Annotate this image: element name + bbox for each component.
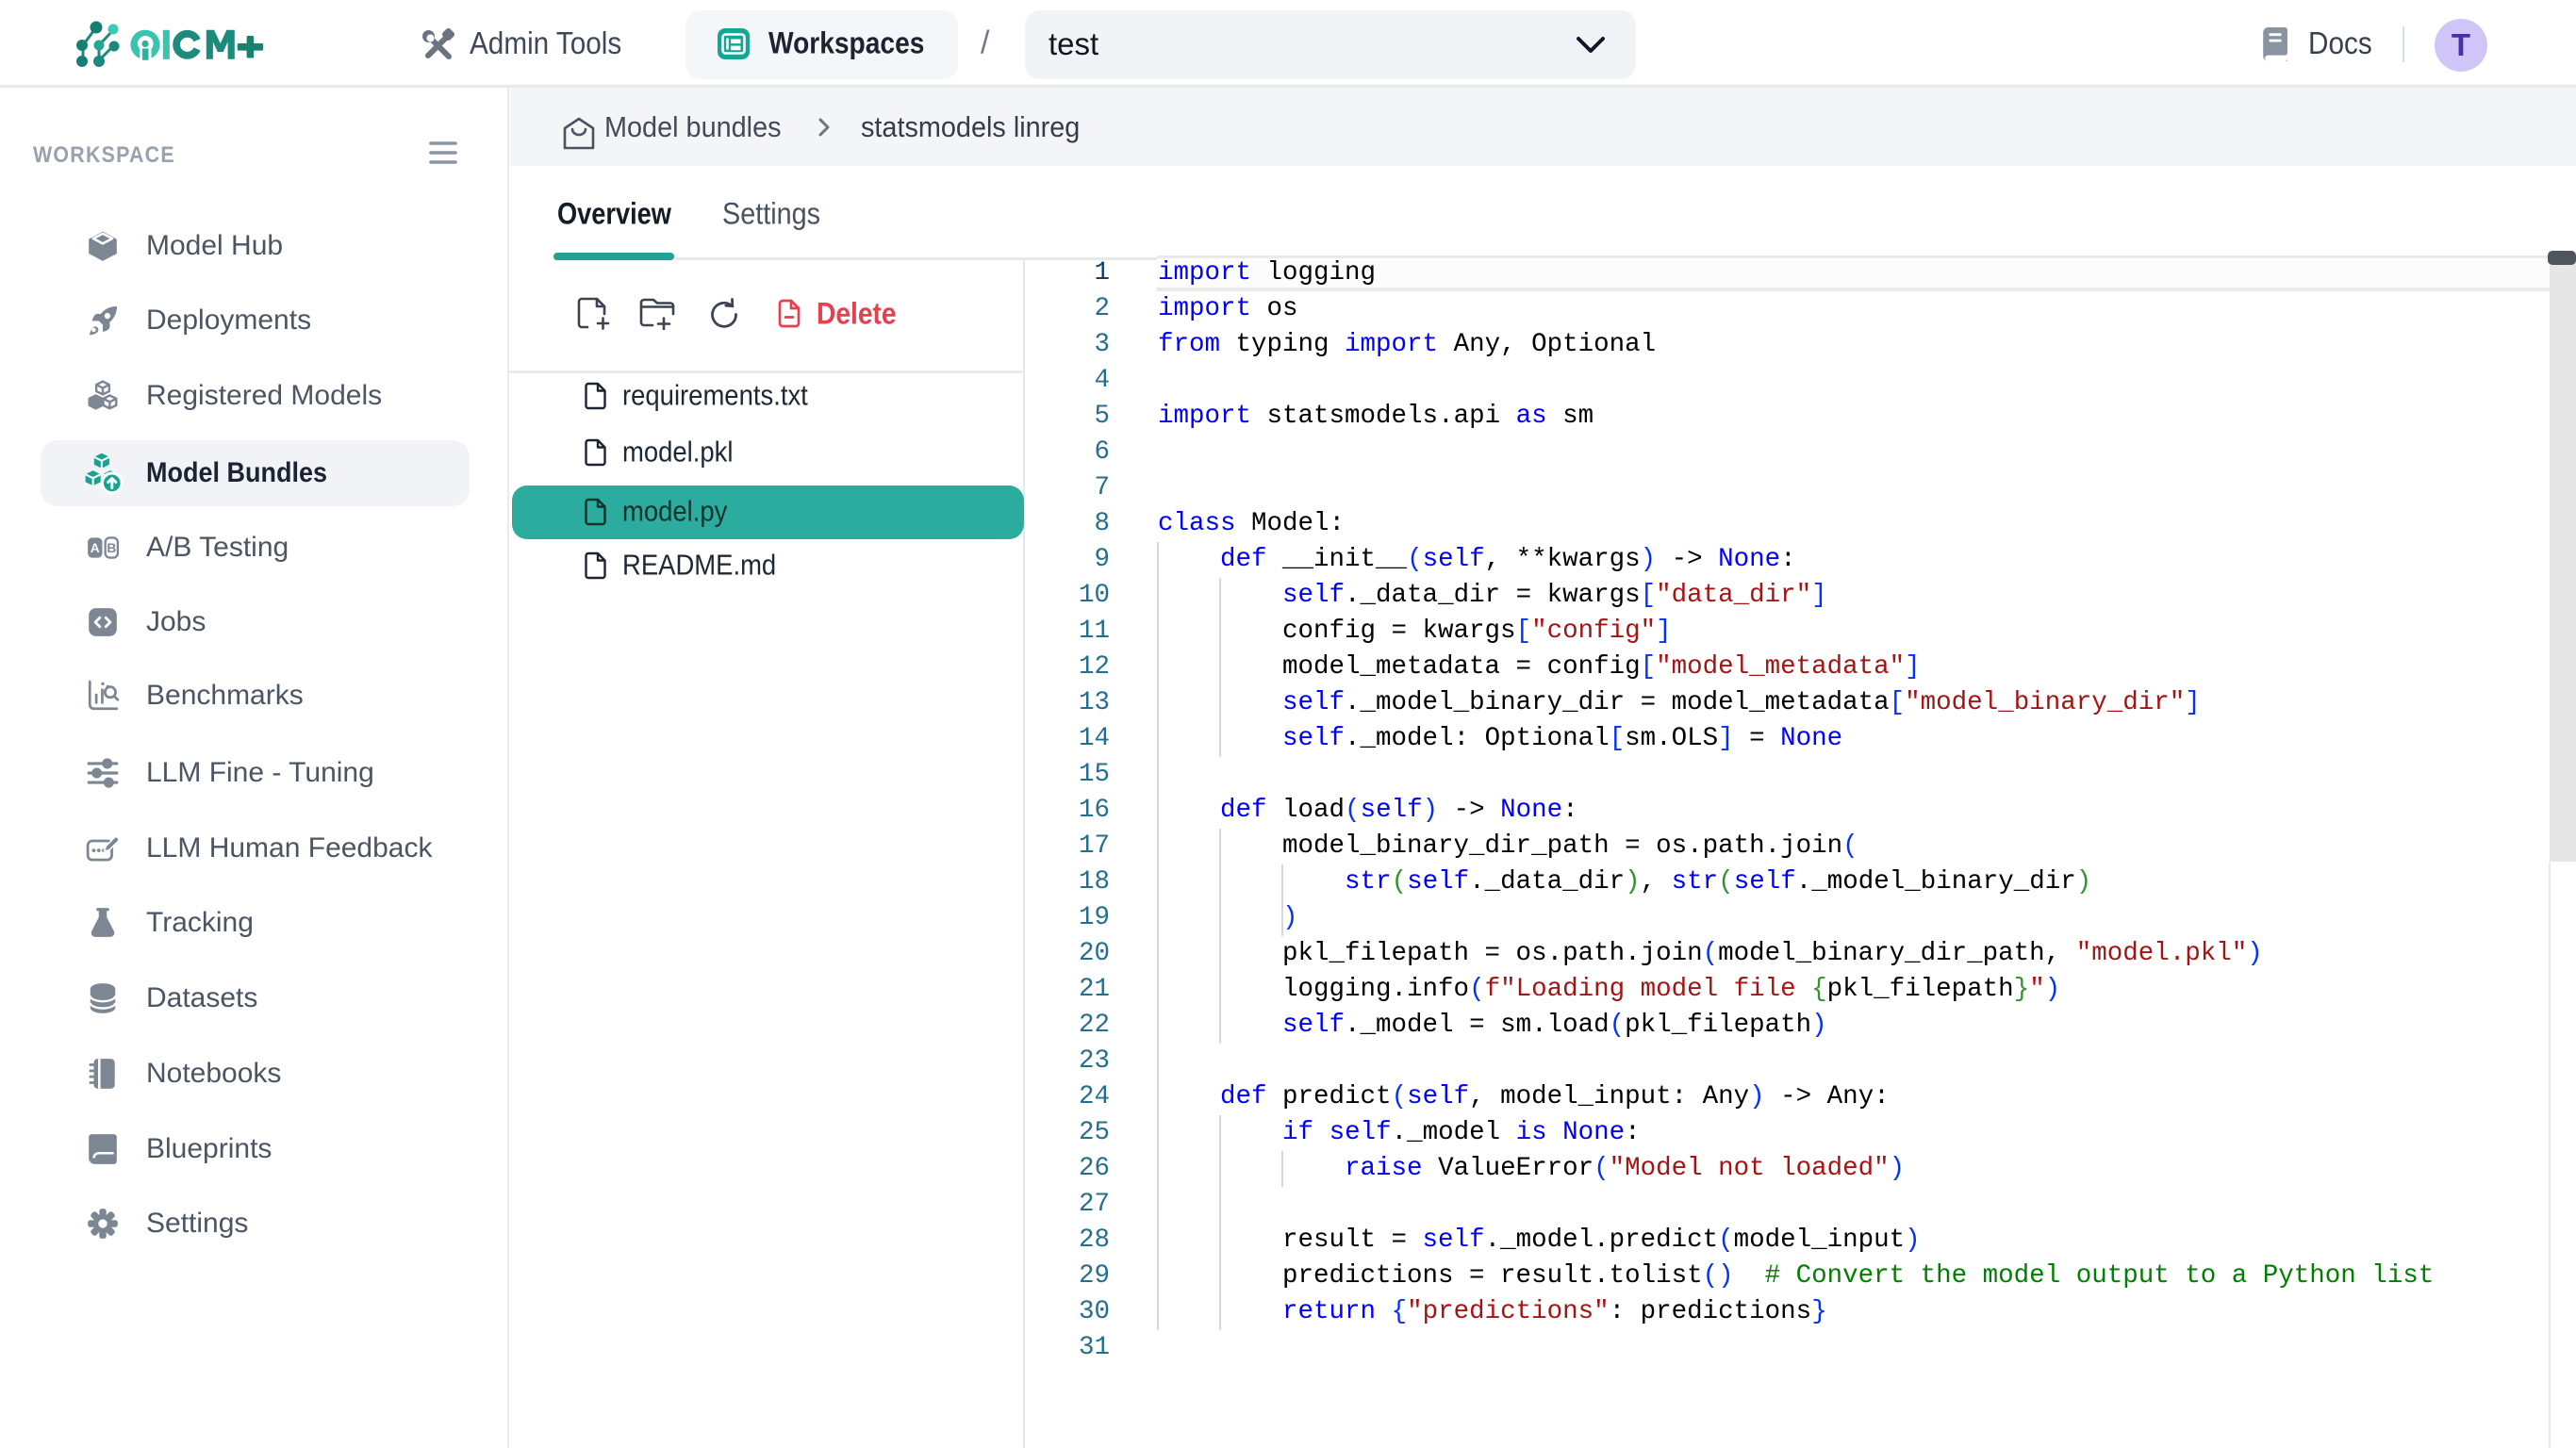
svg-text:B: B bbox=[107, 541, 116, 555]
svg-text:A: A bbox=[91, 541, 100, 555]
